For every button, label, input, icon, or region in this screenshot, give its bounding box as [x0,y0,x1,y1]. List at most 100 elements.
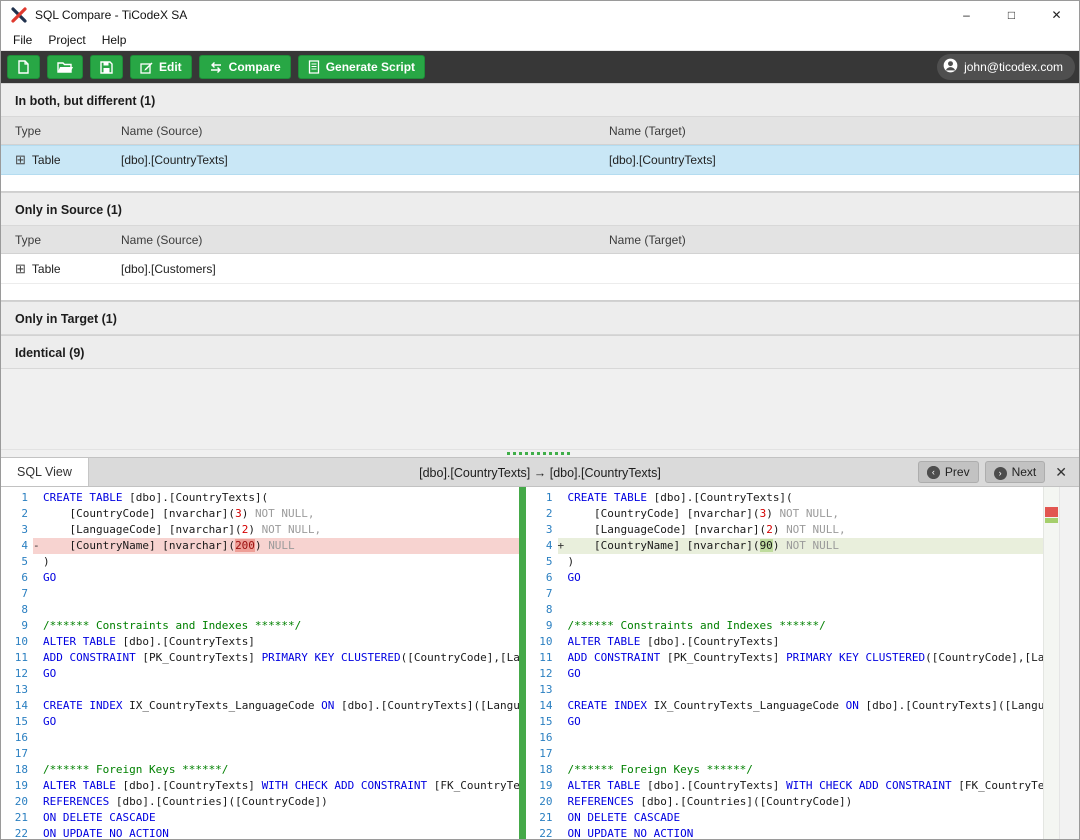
next-button[interactable]: › Next [985,461,1046,483]
code-line[interactable]: 12GO [1,666,519,682]
line-number: 4 [1,538,33,554]
close-button[interactable]: ✕ [1034,1,1079,29]
tab-sql-view[interactable]: SQL View [1,458,89,486]
code-line[interactable]: 11ADD CONSTRAINT [PK_CountryTexts] PRIMA… [526,650,1044,666]
diff-marker [558,650,568,666]
code-line[interactable]: 9/****** Constraints and Indexes ******/ [526,618,1044,634]
code-line[interactable]: 8 [526,602,1044,618]
code-line[interactable]: 7 [1,586,519,602]
scrollbar-track[interactable] [1059,487,1079,839]
open-project-button[interactable] [47,55,83,79]
code-line[interactable]: 21ON DELETE CASCADE [1,810,519,826]
code-text: [LanguageCode] [nvarchar](2) NOT NULL, [568,522,1044,538]
splitter-handle[interactable] [1,449,1079,457]
group-header[interactable]: Identical (9) [1,335,1079,369]
new-project-button[interactable] [7,55,40,79]
prev-button[interactable]: ‹ Prev [918,461,979,483]
app-logo-icon [11,7,27,23]
code-text: CREATE TABLE [dbo].[CountryTexts]( [43,490,519,506]
group-header[interactable]: Only in Target (1) [1,301,1079,335]
code-line[interactable]: 6GO [1,570,519,586]
code-text: ) [43,554,519,570]
code-line[interactable]: 15GO [1,714,519,730]
code-line[interactable]: 12GO [526,666,1044,682]
close-panel-button[interactable]: ✕ [1051,464,1073,481]
code-line[interactable]: 22ON UPDATE NO ACTION [526,826,1044,839]
diff-marker [558,570,568,586]
title-bar: SQL Compare - TiCodeX SA – □ ✕ [1,1,1079,29]
code-line[interactable]: 15GO [526,714,1044,730]
code-line[interactable]: 20REFERENCES [dbo].[Countries]([CountryC… [1,794,519,810]
code-line[interactable]: 8 [1,602,519,618]
line-number: 22 [1,826,33,839]
code-line[interactable]: 22ON UPDATE NO ACTION [1,826,519,839]
code-line[interactable]: 7 [526,586,1044,602]
code-line[interactable]: 4+ [CountryName] [nvarchar](90) NOT NULL [526,538,1044,554]
code-line[interactable]: 10ALTER TABLE [dbo].[CountryTexts] [526,634,1044,650]
generate-script-button[interactable]: Generate Script [298,55,425,79]
code-line[interactable]: 10ALTER TABLE [dbo].[CountryTexts] [1,634,519,650]
code-line[interactable]: 5) [1,554,519,570]
code-line[interactable]: 1CREATE TABLE [dbo].[CountryTexts]( [526,490,1044,506]
code-line[interactable]: 6GO [526,570,1044,586]
code-line[interactable]: 16 [526,730,1044,746]
code-line[interactable]: 11ADD CONSTRAINT [PK_CountryTexts] PRIMA… [1,650,519,666]
sql-view-header: SQL View [dbo].[CountryTexts] → [dbo].[C… [1,457,1079,487]
account-button[interactable]: john@ticodex.com [937,54,1075,80]
code-line[interactable]: 14CREATE INDEX IX_CountryTexts_LanguageC… [1,698,519,714]
code-text: GO [43,714,519,730]
diff-overview-ruler[interactable] [1043,487,1059,839]
code-line[interactable]: 20REFERENCES [dbo].[Countries]([CountryC… [526,794,1044,810]
code-line[interactable]: 3 [LanguageCode] [nvarchar](2) NOT NULL, [1,522,519,538]
code-line[interactable]: 3 [LanguageCode] [nvarchar](2) NOT NULL, [526,522,1044,538]
code-line[interactable]: 16 [1,730,519,746]
line-number: 18 [526,762,558,778]
diff-marker [558,698,568,714]
line-number: 6 [526,570,558,586]
code-text: GO [43,570,519,586]
pane-divider[interactable] [519,487,526,839]
edit-button[interactable]: Edit [130,55,192,79]
code-line[interactable]: 21ON DELETE CASCADE [526,810,1044,826]
group-header[interactable]: In both, but different (1) [1,83,1079,117]
code-line[interactable]: 17 [526,746,1044,762]
target-code-pane: 1CREATE TABLE [dbo].[CountryTexts](2 [Co… [526,487,1044,839]
code-line[interactable]: 14CREATE INDEX IX_CountryTexts_LanguageC… [526,698,1044,714]
code-line[interactable]: 13 [526,682,1044,698]
code-line[interactable]: 18/****** Foreign Keys ******/ [526,762,1044,778]
code-line[interactable]: 17 [1,746,519,762]
diff-marker [558,794,568,810]
table-row[interactable]: ⊞Table[dbo].[CountryTexts][dbo].[Country… [1,145,1079,175]
line-number: 20 [526,794,558,810]
column-label: Name (Target) [609,124,1079,138]
code-line[interactable]: 5) [526,554,1044,570]
menu-file[interactable]: File [5,29,40,51]
code-line[interactable]: 2 [CountryCode] [nvarchar](3) NOT NULL, [526,506,1044,522]
minimize-button[interactable]: – [944,1,989,29]
diff-marker [33,490,43,506]
group-header[interactable]: Only in Source (1) [1,192,1079,226]
code-line[interactable]: 18/****** Foreign Keys ******/ [1,762,519,778]
code-text [43,730,519,746]
diff-marker [558,602,568,618]
diff-marker [33,602,43,618]
line-number: 8 [1,602,33,618]
code-line[interactable]: 19ALTER TABLE [dbo].[CountryTexts] WITH … [1,778,519,794]
diff-marker [33,506,43,522]
menu-project[interactable]: Project [40,29,93,51]
generate-script-icon [308,60,320,74]
code-line[interactable]: 2 [CountryCode] [nvarchar](3) NOT NULL, [1,506,519,522]
code-line[interactable]: 4- [CountryName] [nvarchar](200) NULL [1,538,519,554]
save-project-button[interactable] [90,55,123,79]
menu-help[interactable]: Help [94,29,135,51]
code-line[interactable]: 13 [1,682,519,698]
column-label: Name (Source) [121,233,609,247]
table-row[interactable]: ⊞Table[dbo].[Customers] [1,254,1079,284]
diff-marker [33,586,43,602]
compare-button[interactable]: Compare [199,55,291,79]
maximize-button[interactable]: □ [989,1,1034,29]
code-line[interactable]: 9/****** Constraints and Indexes ******/ [1,618,519,634]
code-line[interactable]: 1CREATE TABLE [dbo].[CountryTexts]( [1,490,519,506]
code-line[interactable]: 19ALTER TABLE [dbo].[CountryTexts] WITH … [526,778,1044,794]
diff-marker [558,586,568,602]
